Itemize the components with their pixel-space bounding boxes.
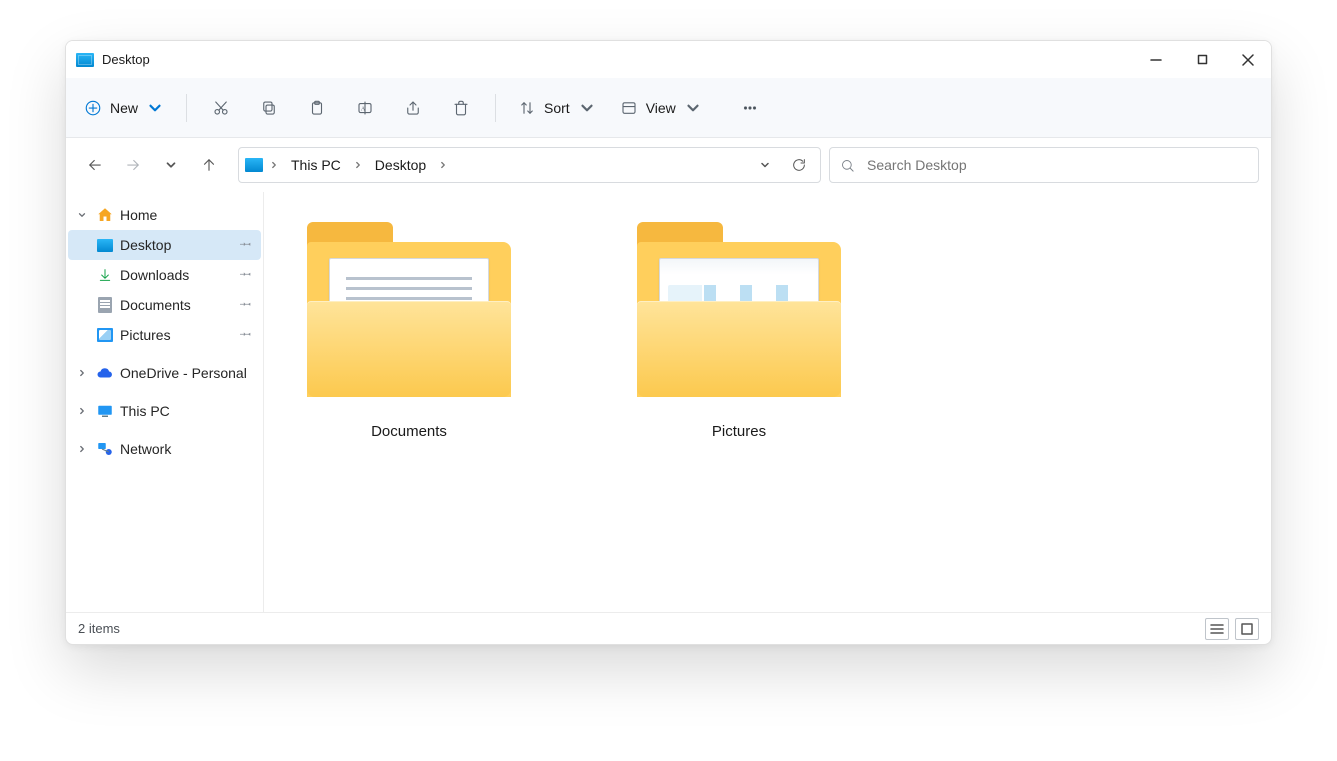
breadcrumb-label: Desktop — [375, 157, 426, 173]
chevron-down-icon[interactable] — [74, 210, 90, 220]
thumbnails-view-button[interactable] — [1235, 618, 1259, 640]
chevron-right-icon — [436, 160, 450, 170]
status-bar: 2 items — [66, 612, 1271, 644]
folder-icon — [629, 222, 849, 397]
share-button[interactable] — [391, 90, 435, 126]
folder-label: Documents — [371, 423, 447, 440]
breadcrumb-item[interactable]: This PC — [285, 153, 347, 177]
new-button[interactable]: New — [74, 90, 174, 126]
search-box[interactable] — [829, 147, 1259, 183]
download-icon — [96, 266, 114, 284]
search-icon — [840, 158, 855, 173]
folder-item-pictures[interactable]: Pictures — [614, 222, 864, 440]
new-button-label: New — [110, 100, 138, 116]
breadcrumb-item[interactable]: Desktop — [369, 153, 432, 177]
chevron-right-icon[interactable] — [74, 368, 90, 378]
sidebar-item-documents[interactable]: Documents — [68, 290, 261, 320]
forward-button[interactable] — [116, 148, 150, 182]
sidebar-item-home[interactable]: Home — [68, 200, 261, 230]
window-controls — [1133, 41, 1271, 78]
refresh-button[interactable] — [784, 150, 814, 180]
desktop-icon — [76, 53, 94, 67]
sidebar-label: Pictures — [120, 327, 171, 343]
chevron-right-icon[interactable] — [74, 444, 90, 454]
titlebar: Desktop — [66, 41, 1271, 78]
view-button[interactable]: View — [610, 90, 712, 126]
sidebar-item-network[interactable]: Network — [68, 434, 261, 464]
sidebar-item-downloads[interactable]: Downloads — [68, 260, 261, 290]
pin-icon[interactable] — [240, 297, 253, 313]
pc-icon — [96, 402, 114, 420]
sidebar: Home Desktop Downloads Doc — [66, 192, 264, 612]
copy-button[interactable] — [247, 90, 291, 126]
sidebar-item-pictures[interactable]: Pictures — [68, 320, 261, 350]
up-button[interactable] — [192, 148, 226, 182]
folder-icon — [299, 222, 519, 397]
sidebar-label: Documents — [120, 297, 191, 313]
sidebar-label: Downloads — [120, 267, 189, 283]
divider — [495, 94, 496, 122]
home-icon — [96, 206, 114, 224]
recent-locations-button[interactable] — [154, 148, 188, 182]
status-text: 2 items — [78, 621, 120, 636]
sort-label: Sort — [544, 100, 570, 116]
explorer-window: Desktop New A — [65, 40, 1272, 645]
chevron-right-icon[interactable] — [74, 406, 90, 416]
cloud-icon — [96, 364, 114, 382]
view-toggles — [1205, 618, 1259, 640]
folder-label: Pictures — [712, 423, 766, 440]
back-button[interactable] — [78, 148, 112, 182]
divider — [186, 94, 187, 122]
document-icon — [96, 296, 114, 314]
folder-item-documents[interactable]: Documents — [284, 222, 534, 440]
breadcrumb-label: This PC — [291, 157, 341, 173]
sidebar-label: Desktop — [120, 237, 171, 253]
more-button[interactable] — [728, 90, 772, 126]
minimize-button[interactable] — [1133, 41, 1179, 78]
sidebar-label: OneDrive - Personal — [120, 365, 247, 381]
delete-button[interactable] — [439, 90, 483, 126]
toolbar: New A Sort View — [66, 78, 1271, 138]
body: Home Desktop Downloads Doc — [66, 192, 1271, 612]
content-area[interactable]: Documents Pictures — [264, 192, 1271, 612]
pictures-icon — [96, 326, 114, 344]
window-title: Desktop — [102, 52, 150, 67]
chevron-right-icon — [267, 160, 281, 170]
paste-button[interactable] — [295, 90, 339, 126]
svg-text:A: A — [361, 106, 366, 112]
view-label: View — [646, 100, 676, 116]
chevron-right-icon — [351, 160, 365, 170]
address-dropdown-button[interactable] — [750, 150, 780, 180]
sort-button[interactable]: Sort — [508, 90, 606, 126]
pin-icon[interactable] — [240, 327, 253, 343]
rename-button[interactable]: A — [343, 90, 387, 126]
sidebar-item-onedrive[interactable]: OneDrive - Personal — [68, 358, 261, 388]
pin-icon[interactable] — [240, 267, 253, 283]
cut-button[interactable] — [199, 90, 243, 126]
maximize-button[interactable] — [1179, 41, 1225, 78]
search-input[interactable] — [865, 156, 1248, 174]
navigation-row: This PC Desktop — [66, 138, 1271, 192]
pin-icon[interactable] — [240, 237, 253, 253]
sidebar-item-desktop[interactable]: Desktop — [68, 230, 261, 260]
sidebar-item-thispc[interactable]: This PC — [68, 396, 261, 426]
sidebar-label: Network — [120, 441, 171, 457]
sidebar-label: Home — [120, 207, 157, 223]
address-bar[interactable]: This PC Desktop — [238, 147, 821, 183]
sidebar-label: This PC — [120, 403, 170, 419]
desktop-icon — [96, 236, 114, 254]
nav-arrows — [78, 148, 230, 182]
close-button[interactable] — [1225, 41, 1271, 78]
network-icon — [96, 440, 114, 458]
details-view-button[interactable] — [1205, 618, 1229, 640]
location-icon — [245, 158, 263, 172]
